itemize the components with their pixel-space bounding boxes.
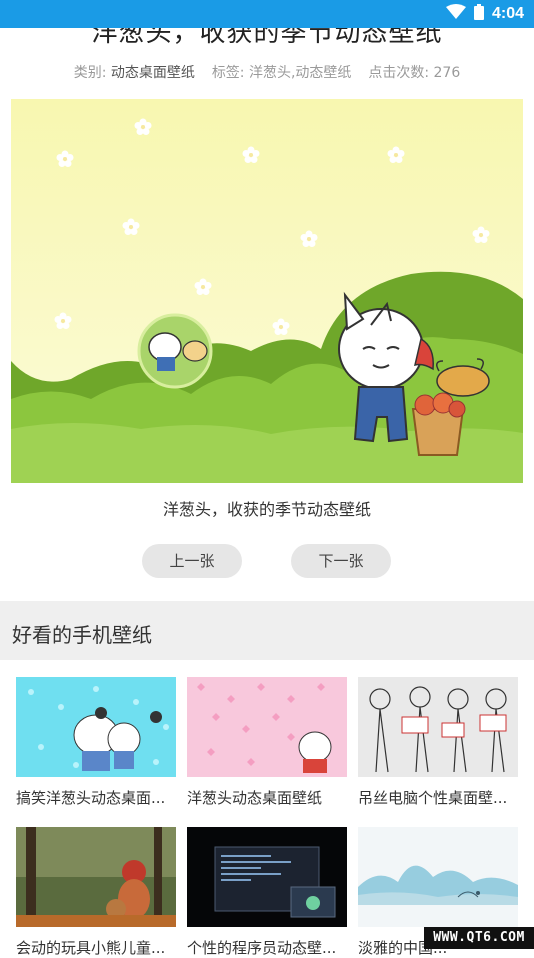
wallpaper-thumbnail[interactable] [187,677,347,777]
section-title: 好看的手机壁纸 [12,623,152,647]
category-label: 类别: [73,65,107,81]
category-link[interactable]: 动态桌面壁纸 [111,65,195,81]
wallpaper-title[interactable]: 吊丝电脑个性桌面壁... [358,787,518,808]
wallpaper-thumbnail[interactable] [16,827,176,927]
previous-button[interactable]: 上一张 [142,544,242,578]
battery-icon [473,4,484,24]
wallpaper-title[interactable]: 洋葱头动态桌面壁纸 [187,787,347,808]
status-bar: 4:04 [0,0,534,28]
wallpaper-thumbnail[interactable] [358,677,518,777]
image-caption: 洋葱头，收获的季节动态壁纸 [162,500,371,519]
wallpaper-card[interactable]: 吊丝电脑个性桌面壁... [358,677,518,808]
wallpaper-card[interactable]: 会动的玩具小熊儿童... [16,827,176,958]
wallpaper-title[interactable]: 会动的玩具小熊儿童... [16,937,176,958]
clicks-label: 点击次数: [368,65,430,81]
wallpaper-card[interactable]: 搞笑洋葱头动态桌面... [16,677,176,808]
wallpaper-thumbnail[interactable] [16,677,176,777]
wallpaper-thumbnail[interactable] [187,827,347,927]
section-header: 好看的手机壁纸 [0,601,534,660]
wallpaper-card[interactable]: 个性的程序员动态壁... [187,827,347,958]
wallpaper-thumbnail[interactable] [358,827,518,927]
wallpaper-title[interactable]: 搞笑洋葱头动态桌面... [16,787,176,808]
wifi-icon [445,4,466,24]
site-watermark: WWW.QT6.COM [424,927,534,949]
wallpaper-preview-image[interactable] [11,99,523,483]
clicks-count: 276 [433,65,461,81]
wallpaper-card[interactable]: 洋葱头动态桌面壁纸 [187,677,347,808]
wallpaper-title[interactable]: 个性的程序员动态壁... [187,937,347,958]
next-button[interactable]: 下一张 [291,544,391,578]
status-time: 4:04 [491,5,524,22]
article-meta: 类别: 动态桌面壁纸 标签: 洋葱头,动态壁纸 点击次数: 276 [0,62,534,82]
tags-value[interactable]: 洋葱头,动态壁纸 [249,65,351,81]
tags-label: 标签: [211,65,245,81]
